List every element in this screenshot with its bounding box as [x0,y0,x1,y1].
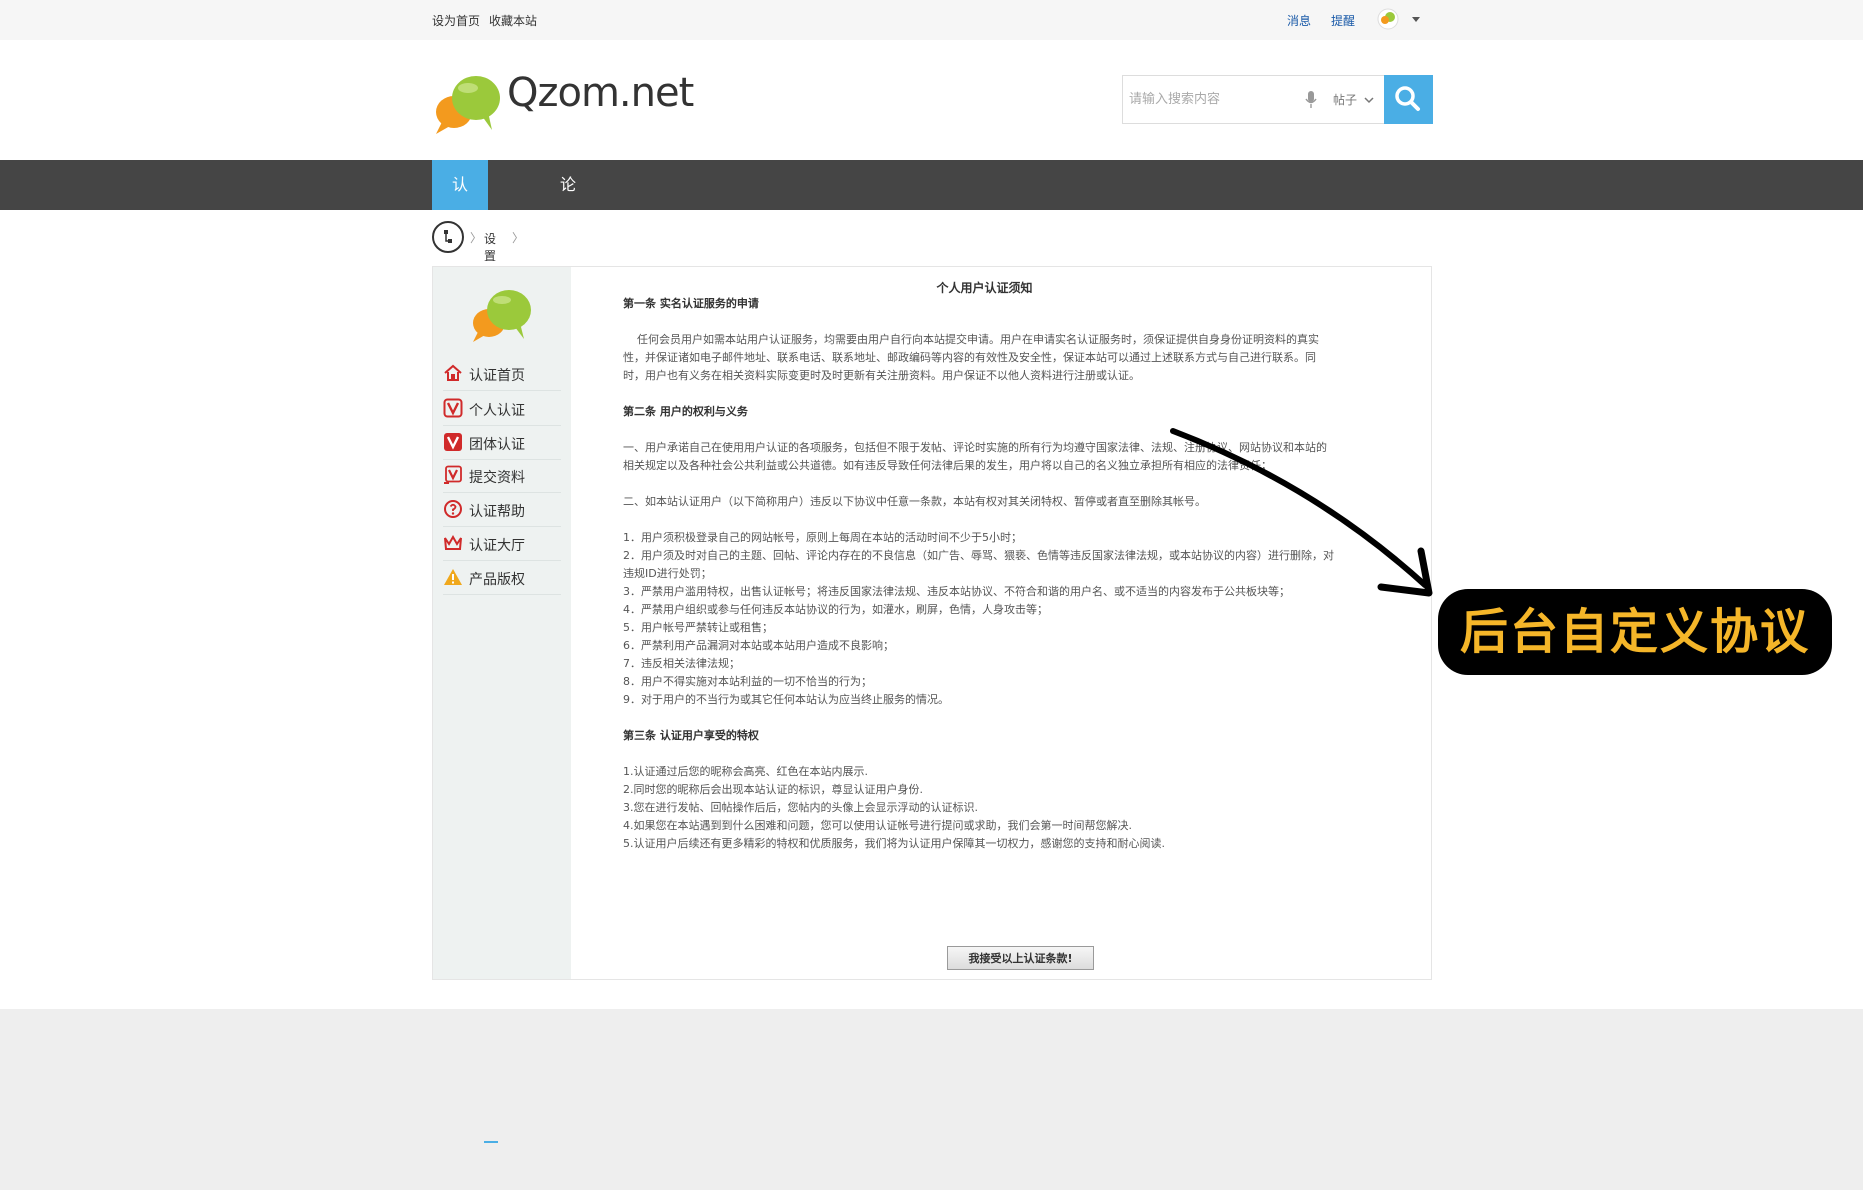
sidebar-item-label: 个人认证 [469,403,525,419]
chevron-down-icon [1364,97,1374,104]
breadcrumb-separator: 〉 [512,231,525,245]
search-box: 帖子 [1122,75,1433,124]
v-badge-icon [443,398,463,418]
sidebar-item-label: 团体认证 [469,437,525,453]
list-item: 4.如果您在本站遇到到什么困难和问题，您可以使用认证帐号进行提问或求助，我们会第… [623,819,1132,832]
bookmark-link[interactable]: 收藏本站 [489,12,537,29]
sidebar-item-submit-docs[interactable]: 提交资料 [443,459,561,493]
breadcrumb-current[interactable]: 设置 [484,230,496,264]
list-item: 1.认证通过后您的昵称会高亮、红色在本站内展示. [623,765,868,778]
paragraph: 任何会员用户如需本站用户认证服务，均需要由用户自行向本站提交申请。用户在申请实名… [623,333,1319,382]
search-input[interactable] [1123,76,1293,123]
page-footer [0,1009,1863,1190]
section-heading: 第一条 实名认证服务的申请 [623,297,759,310]
messages-link[interactable]: 消息 [1287,12,1311,29]
search-type-select[interactable]: 帖子 [1333,91,1374,108]
annotation-text: 后台自定义协议 [1459,604,1810,660]
chat-bubbles-logo-icon [473,290,531,342]
search-type-label: 帖子 [1333,93,1358,107]
top-bar: 设为首页 收藏本站 消息 提醒 [0,0,1863,40]
home-icon [444,364,462,381]
list-item: 3.您在进行发帖、回帖操作后后，您帖内的头像上会显示浮动的认证标识. [623,801,978,814]
sidebar-item-label: 认证帮助 [469,504,525,520]
list-item: 8．用户不得实施对本站利益的一切不恰当的行为； [623,675,872,688]
sidebar-item-cert-hall[interactable]: 认证大厅 [443,527,561,561]
nav-item-certification-center[interactable]: 认证中心 [432,160,489,344]
breadcrumb-home-icon[interactable] [432,221,464,253]
sidebar-item-label: 产品版权 [469,572,525,588]
user-menu-caret-icon[interactable] [1412,17,1420,22]
sidebar-item-label: 认证首页 [469,368,525,384]
crown-icon [444,534,462,550]
list-item: 5.认证用户后续还有更多精彩的特权和优质服务，我们将为认证用户保障其一切权力，感… [623,837,1165,850]
sidebar-item-cert-home[interactable]: 认证首页 [443,357,561,391]
section-heading: 第二条 用户的权利与义务 [623,405,748,418]
sidebar-item-label: 认证大厅 [469,538,525,554]
microphone-icon[interactable] [1305,91,1317,109]
list-item: 5．用户帐号严禁转让或租售； [623,621,773,634]
main-panel: 认证首页 个人认证 团体认证 提交资料 认证帮助 认证大厅 产品版权 个人用户认… [432,266,1432,980]
annotation-callout: 后台自定义协议 [1438,589,1832,675]
sidebar-item-label: 提交资料 [469,470,525,486]
sidebar-item-product-copyright[interactable]: 产品版权 [443,561,561,595]
sidebar-item-personal-cert[interactable]: 个人认证 [443,392,561,426]
sidebar-item-group-cert[interactable]: 团体认证 [443,426,561,460]
submit-v-icon [444,465,462,484]
logo-text: Qzom.net [507,70,694,116]
list-item: 2.同时您的昵称后会出现本站认证的标识，尊显认证用户身份. [623,783,923,796]
search-button[interactable] [1384,75,1433,124]
sitemap-icon [444,230,452,243]
user-avatar[interactable] [1377,8,1399,30]
set-home-link[interactable]: 设为首页 [432,12,480,29]
reminders-link[interactable]: 提醒 [1331,12,1355,29]
list-item: 6．严禁利用产品漏洞对本站或本站用户造成不良影响； [623,639,894,652]
site-header: Qzom.net 帖子 [432,40,1433,160]
breadcrumb-separator: 〉 [470,231,483,245]
list-item: 9．对于用户的不当行为或其它任何本站认为应当终止服务的情况。 [623,693,949,706]
site-logo[interactable]: Qzom.net [432,70,732,140]
sidebar-item-cert-help[interactable]: 认证帮助 [443,493,561,527]
nav-item-forum[interactable]: 论坛 [540,160,596,244]
agreement-title: 个人用户认证须知 [936,281,1033,295]
chat-bubbles-logo-icon [436,76,500,134]
footer-divider [484,1141,498,1143]
sidebar: 认证首页 个人认证 团体认证 提交资料 认证帮助 认证大厅 产品版权 [433,267,571,979]
accept-terms-button[interactable]: 我接受以上认证条款! [947,946,1094,970]
v-badge-icon [444,433,462,451]
section-heading: 第三条 认证用户享受的特权 [623,729,759,742]
agreement-content: 个人用户认证须知 第一条 实名认证服务的申请 任何会员用户如需本站用户认证服务，… [571,267,1431,979]
list-item: 7．违反相关法律法规； [623,657,740,670]
search-icon [1395,86,1420,111]
warning-icon [444,569,462,585]
annotation-arrow-icon [1170,428,1433,597]
help-circle-icon [444,500,462,518]
main-nav: 认证中心 论坛 [0,160,1863,344]
